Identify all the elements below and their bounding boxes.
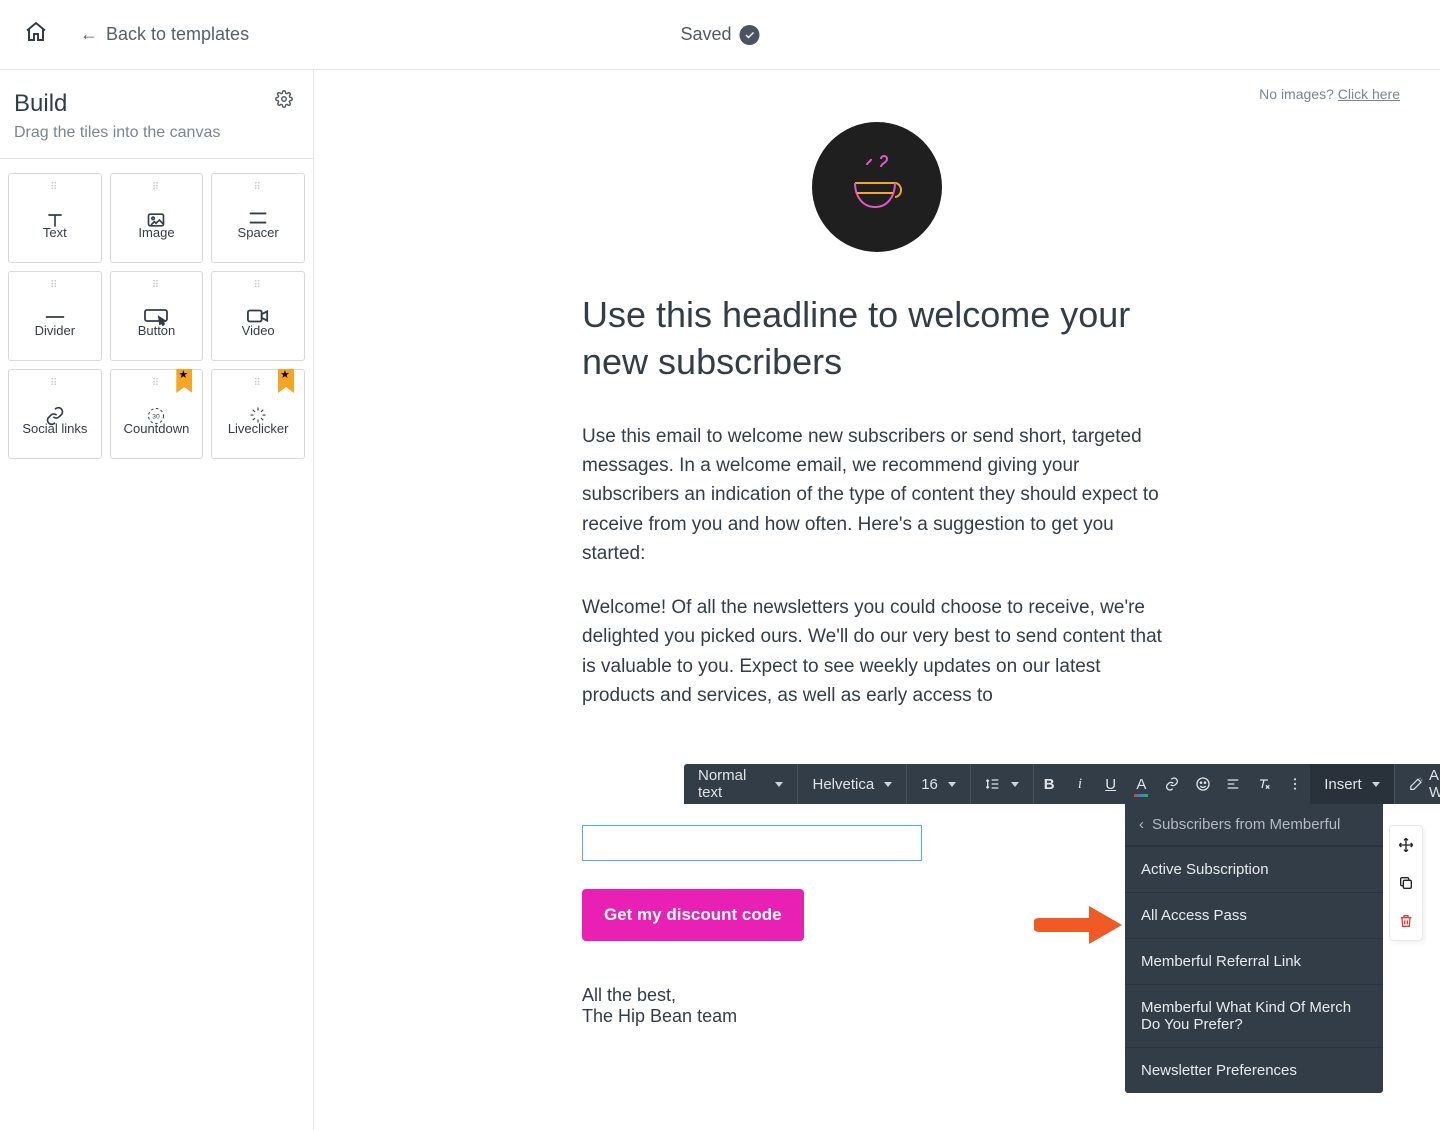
chevron-left-icon: ‹ <box>1139 816 1144 833</box>
spacer-icon <box>247 210 269 231</box>
grip-icon: ⠿ <box>253 280 262 291</box>
tile-divider[interactable]: ⠿ Divider <box>8 271 102 361</box>
chevron-down-icon <box>948 782 956 787</box>
grip-icon: ⠿ <box>50 378 59 389</box>
no-images-link[interactable]: Click here <box>1338 86 1400 102</box>
underline-button[interactable]: U <box>1095 764 1126 804</box>
grip-icon: ⠿ <box>50 182 59 193</box>
image-icon <box>146 210 166 235</box>
delete-block-button[interactable] <box>1390 902 1422 940</box>
email-paragraph-2[interactable]: Welcome! Of all the newsletters you coul… <box>582 593 1172 711</box>
link-button[interactable] <box>1157 764 1188 804</box>
annotation-arrow-icon <box>1034 900 1124 955</box>
save-status: Saved <box>680 24 759 45</box>
countdown-icon: 30 <box>146 406 166 431</box>
email-paragraph-1[interactable]: Use this email to welcome new subscriber… <box>582 422 1172 569</box>
chevron-down-icon <box>775 782 783 787</box>
tile-image[interactable]: ⠿ Image <box>110 173 204 263</box>
dropdown-back[interactable]: ‹ Subscribers from Memberful <box>1125 804 1383 846</box>
build-sidebar: Build Drag the tiles into the canvas ⠿ T… <box>0 70 314 1130</box>
align-button[interactable] <box>1218 764 1249 804</box>
grip-icon: ⠿ <box>50 280 59 291</box>
tile-liveclicker[interactable]: ⠿ Liveclicker <box>211 369 305 459</box>
signature-line-2[interactable]: The Hip Bean team <box>582 1006 1172 1027</box>
home-icon[interactable] <box>24 20 48 49</box>
tile-video[interactable]: ⠿ Video <box>211 271 305 361</box>
premium-badge-icon <box>176 369 192 393</box>
dropdown-item-newsletter-preferences[interactable]: Newsletter Preferences <box>1125 1047 1383 1093</box>
grip-icon: ⠿ <box>253 378 262 389</box>
chevron-down-icon <box>884 782 892 787</box>
check-circle-icon <box>740 25 760 45</box>
chevron-down-icon <box>1011 782 1019 787</box>
insert-dropdown: ‹ Subscribers from Memberful Active Subs… <box>1125 804 1383 1093</box>
arrow-left-icon: ← <box>80 24 98 45</box>
no-images-notice: No images? Click here <box>354 86 1400 102</box>
line-height-select[interactable] <box>971 764 1034 804</box>
clear-format-button[interactable] <box>1249 764 1280 804</box>
insert-menu-button[interactable]: Insert <box>1310 764 1395 804</box>
active-text-block[interactable] <box>582 825 922 861</box>
font-family-select[interactable]: Helvetica <box>798 764 907 804</box>
back-to-templates-link[interactable]: ← Back to templates <box>80 24 249 45</box>
top-bar: ← Back to templates Saved <box>0 0 1440 70</box>
svg-text:30: 30 <box>153 414 161 421</box>
button-icon <box>144 308 168 331</box>
sidebar-subtitle: Drag the tiles into the canvas <box>14 124 299 142</box>
move-block-button[interactable] <box>1390 826 1422 864</box>
tile-spacer[interactable]: ⠿ Spacer <box>211 173 305 263</box>
email-canvas: No images? Click here Use this headline … <box>314 70 1440 1130</box>
back-label: Back to templates <box>106 24 249 45</box>
block-actions <box>1389 825 1423 941</box>
text-icon <box>45 210 65 235</box>
tile-button[interactable]: ⠿ Button <box>110 271 204 361</box>
video-icon <box>247 308 269 329</box>
grip-icon: ⠿ <box>152 378 161 389</box>
email-headline[interactable]: Use this headline to welcome your new su… <box>582 292 1172 386</box>
sparkle-icon <box>249 406 267 429</box>
sidebar-title: Build <box>14 90 299 118</box>
chevron-down-icon <box>1372 782 1380 787</box>
font-size-select[interactable]: 16 <box>907 764 971 804</box>
signature-line-1[interactable]: All the best, <box>582 985 1172 1006</box>
tile-countdown[interactable]: ⠿ 30 Countdown <box>110 369 204 459</box>
dropdown-item-active-subscription[interactable]: Active Subscription <box>1125 846 1383 892</box>
grip-icon: ⠿ <box>152 182 161 193</box>
tile-text[interactable]: ⠿ Text <box>8 173 102 263</box>
cta-button[interactable]: Get my discount code <box>582 889 804 941</box>
brand-logo <box>812 122 942 252</box>
link-icon <box>45 406 65 431</box>
bold-button[interactable]: B <box>1034 764 1065 804</box>
ai-writer-button[interactable]: AI Writer <box>1395 764 1440 804</box>
emoji-button[interactable] <box>1187 764 1218 804</box>
more-button[interactable] <box>1280 764 1311 804</box>
gear-icon[interactable] <box>275 90 293 113</box>
dropdown-item-merch-preference[interactable]: Memberful What Kind Of Merch Do You Pref… <box>1125 984 1383 1047</box>
divider-icon <box>44 308 66 326</box>
text-color-button[interactable]: A <box>1126 764 1157 804</box>
grip-icon: ⠿ <box>253 182 262 193</box>
saved-label: Saved <box>680 24 731 45</box>
dropdown-item-memberful-referral-link[interactable]: Memberful Referral Link <box>1125 938 1383 984</box>
text-toolbar: Normal text Helvetica 16 B i U A Insert … <box>684 764 1440 804</box>
duplicate-block-button[interactable] <box>1390 864 1422 902</box>
premium-badge-icon <box>278 369 294 393</box>
dropdown-item-all-access-pass[interactable]: All Access Pass <box>1125 892 1383 938</box>
tile-social-links[interactable]: ⠿ Social links <box>8 369 102 459</box>
paragraph-style-select[interactable]: Normal text <box>684 764 798 804</box>
grip-icon: ⠿ <box>152 280 161 291</box>
italic-button[interactable]: i <box>1065 764 1096 804</box>
